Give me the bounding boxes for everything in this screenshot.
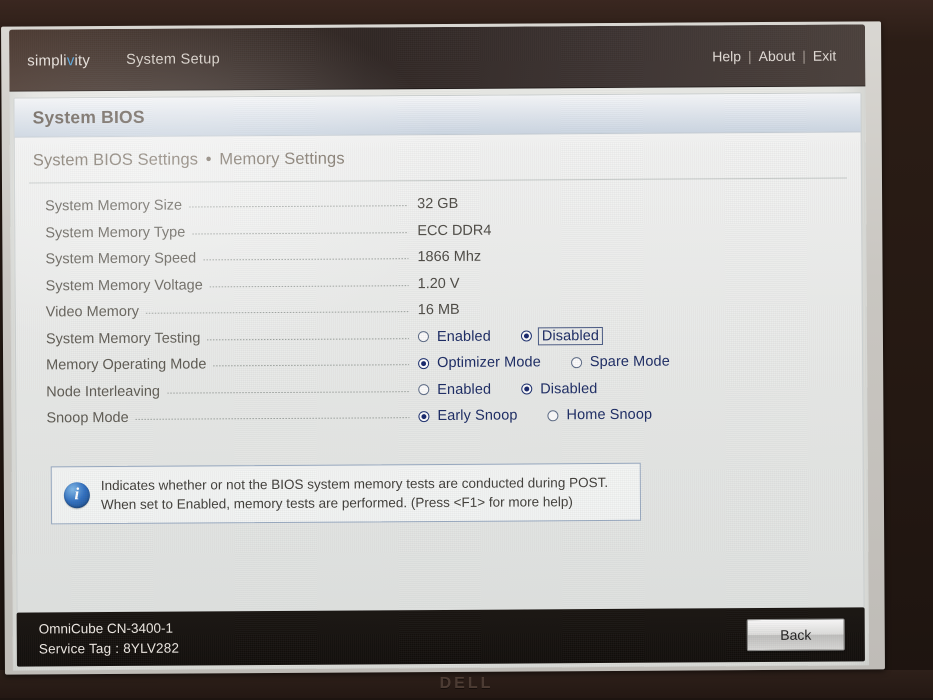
radio-option-label: Optimizer Mode [437,354,541,372]
dell-logo: DELL [439,675,494,692]
help-text: Indicates whether or not the BIOS system… [101,473,608,514]
dotted-leader [207,337,409,341]
dotted-leader [203,258,409,261]
radio-option-label: Enabled [437,381,492,398]
setting-value-cell: Early Snoop Home Snoop [418,407,654,424]
top-bar: simplivity System Setup Help | About | E… [9,24,866,92]
dotted-leader [209,284,409,288]
setting-value: 32 GB [417,196,459,213]
help-link[interactable]: Help [705,48,748,64]
radio-option[interactable]: Spare Mode [570,353,672,371]
help-line-2: When set to Enabled, memory tests are pe… [100,494,573,513]
setting-value: 1866 Mhz [417,248,482,266]
setting-label: Snoop Mode [46,410,129,427]
radio-option-label: Disabled [537,326,604,346]
panel-header: System BIOS [14,93,861,138]
page-title: System BIOS [32,106,145,127]
brand-text-post: ity [74,51,91,69]
setting-value-cell: 1866 Mhz [417,249,481,265]
dotted-leader [189,205,409,208]
radio-unselected-icon[interactable] [570,356,582,368]
radio-option-label: Spare Mode [589,353,670,371]
radio-group: Enabled Disabled [417,326,604,346]
back-button[interactable]: Back [746,618,845,652]
dotted-leader [135,417,410,421]
setting-value-cell: ECC DDR4 [417,222,491,238]
radio-option[interactable]: Enabled [418,381,493,398]
setting-value-cell: 1.20 V [418,276,460,292]
radio-option-label: Home Snoop [566,406,653,424]
setting-label: Node Interleaving [46,383,160,401]
app-title: System Setup [126,51,221,68]
settings-panel: System BIOS System BIOS Settings • Memor… [13,92,865,640]
status-bar: OmniCube CN-3400-1 Service Tag : 8YLV282… [16,607,865,667]
service-tag: Service Tag : 8YLV282 [39,639,179,660]
breadcrumb: System BIOS Settings • Memory Settings [33,146,861,170]
radio-option-label: Disabled [540,380,598,398]
dotted-leader [166,390,410,394]
about-link[interactable]: About [752,48,803,64]
radio-selected-icon[interactable] [418,357,430,369]
dotted-leader [213,364,409,367]
setting-label: System Memory Voltage [45,277,203,295]
setting-value-cell: Optimizer Mode Spare Mode [418,354,672,372]
breadcrumb-current: Memory Settings [219,149,345,169]
radio-group: Early Snoop Home Snoop [418,407,654,424]
dotted-leader [146,311,409,315]
setting-value: 16 MB [417,302,460,319]
setting-label: System Memory Size [45,197,183,215]
setting-label: Video Memory [45,304,140,321]
radio-option[interactable]: Disabled [521,381,599,397]
monitor-brand-strip: DELL [0,670,933,698]
setting-value-cell: Enabled Disabled [418,381,599,398]
radio-unselected-icon[interactable] [417,331,429,343]
radio-selected-icon[interactable] [520,330,532,342]
radio-unselected-icon[interactable] [418,384,430,396]
setting-row[interactable]: Snoop Mode Early Snoop Home Snoop [16,400,862,432]
radio-option-label: Enabled [436,328,491,345]
setting-value-cell: 16 MB [418,302,460,318]
brand-text-pre: simpli [27,51,67,70]
setting-value: 1.20 V [417,275,460,292]
top-nav: Help | About | Exit [705,48,843,65]
setting-label: System Memory Type [45,224,186,242]
settings-list: System Memory Size 32 GB System Memory Typ… [15,178,863,432]
service-tag-value: 8YLV282 [123,640,180,656]
breadcrumb-separator: • [205,150,212,169]
setting-value-cell: 32 GB [417,196,458,212]
setting-value-cell: Enabled Disabled [417,326,604,346]
help-box: i Indicates whether or not the BIOS syst… [50,462,642,525]
bios-screen: simplivity System Setup Help | About | E… [9,24,869,671]
system-info: OmniCube CN-3400-1 Service Tag : 8YLV282 [39,619,180,660]
exit-link[interactable]: Exit [806,48,843,64]
setting-value: ECC DDR4 [417,222,492,239]
radio-selected-icon[interactable] [521,383,533,395]
radio-option[interactable]: Home Snoop [547,407,654,424]
radio-option[interactable]: Optimizer Mode [418,355,543,372]
dotted-leader [192,231,409,235]
radio-option[interactable]: Early Snoop [418,408,519,425]
simplivity-logo: simplivity [27,52,90,69]
setting-label: System Memory Speed [45,250,197,268]
radio-option[interactable]: Enabled [417,328,493,345]
service-tag-label: Service Tag : [38,640,120,657]
radio-group: Enabled Disabled [418,381,599,398]
radio-unselected-icon[interactable] [547,410,559,422]
system-name: OmniCube CN-3400-1 [38,620,174,637]
info-icon: i [63,482,90,509]
breadcrumb-parent[interactable]: System BIOS Settings [33,150,198,169]
radio-option[interactable]: Disabled [520,326,604,346]
setting-label: System Memory Testing [45,330,201,348]
radio-group: Optimizer Mode Spare Mode [418,354,672,372]
setting-label: Memory Operating Mode [46,356,207,374]
radio-option-label: Early Snoop [437,407,518,425]
radio-selected-icon[interactable] [418,410,430,422]
